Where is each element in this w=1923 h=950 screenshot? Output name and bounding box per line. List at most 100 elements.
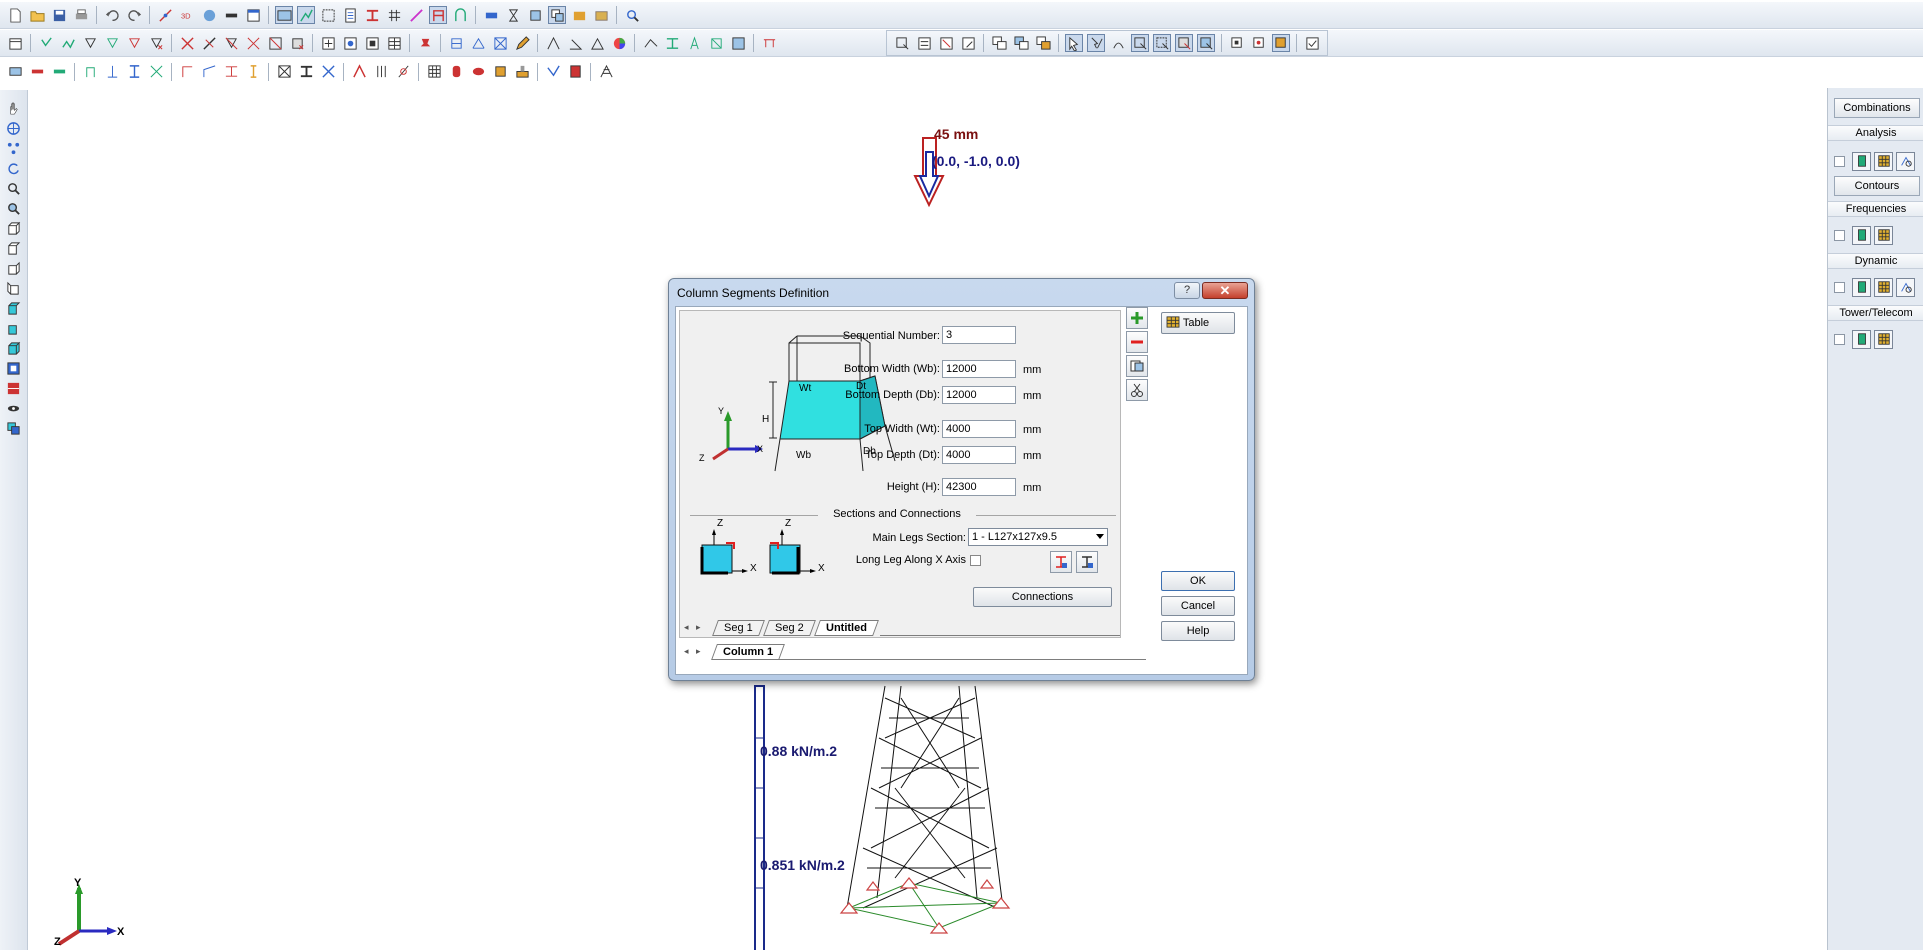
frequencies-table-icon[interactable]: [1874, 225, 1893, 245]
tower-icon[interactable]: [685, 34, 703, 52]
ibeam-icon[interactable]: [125, 63, 143, 81]
window-arrange-icon[interactable]: [1034, 34, 1052, 52]
tab-scroll-right-icon[interactable]: ▸: [696, 622, 701, 633]
dynamic-table-icon[interactable]: [1874, 277, 1893, 297]
beam-icon[interactable]: [363, 6, 381, 24]
add-table-icon[interactable]: [385, 34, 403, 52]
bracing-icon[interactable]: [147, 63, 165, 81]
zoom-extents-icon[interactable]: [5, 359, 23, 377]
triangle-icon[interactable]: [588, 34, 606, 52]
tower-generator-icon[interactable]: [597, 63, 615, 81]
zoom-icon[interactable]: [5, 179, 23, 197]
zoom-window-icon[interactable]: [5, 199, 23, 217]
geometry-select-icon[interactable]: [1228, 34, 1246, 52]
add-solid-icon[interactable]: [363, 34, 381, 52]
slope-roof-icon[interactable]: [200, 63, 218, 81]
tower-telecom-run-icon[interactable]: [1852, 329, 1871, 349]
height-input[interactable]: 42300: [942, 478, 1016, 496]
contours-button[interactable]: Contours: [1834, 176, 1920, 196]
measure-icon[interactable]: [407, 6, 425, 24]
help-button[interactable]: Help: [1161, 621, 1235, 641]
analysis-options-icon[interactable]: [1896, 151, 1915, 171]
column-tab-scroll-left-icon[interactable]: ◂: [684, 646, 689, 657]
antenna-icon[interactable]: [707, 34, 725, 52]
pointer-line-icon[interactable]: [1087, 34, 1105, 52]
tab-seg-1[interactable]: Seg 1: [712, 620, 765, 636]
view-top-icon[interactable]: [5, 299, 23, 317]
bottom-depth-input[interactable]: 12000: [942, 386, 1016, 404]
frame-span-icon[interactable]: [178, 63, 196, 81]
tower-telecom-table-icon[interactable]: [1874, 329, 1893, 349]
ok-button[interactable]: OK: [1161, 571, 1235, 591]
panel-icon[interactable]: [729, 34, 747, 52]
disk-icon[interactable]: [469, 63, 487, 81]
add-segment-button[interactable]: [1126, 307, 1148, 329]
hatch-dropdown-icon[interactable]: [641, 34, 659, 52]
slope-icon[interactable]: [544, 34, 562, 52]
dynamic-options-icon[interactable]: [1896, 277, 1915, 297]
main-legs-section-select[interactable]: 1 - L127x127x9.5: [968, 528, 1108, 546]
member-orient-icon[interactable]: [50, 63, 68, 81]
load-gen-icon[interactable]: [394, 63, 412, 81]
section-icon[interactable]: [663, 34, 681, 52]
angle-icon[interactable]: [566, 34, 584, 52]
pointer-solid-icon[interactable]: [1197, 34, 1215, 52]
dialog-close-button[interactable]: ✕: [1202, 282, 1248, 299]
column-tab-scroll-right-icon[interactable]: ▸: [696, 646, 701, 657]
eye-icon[interactable]: [5, 399, 23, 417]
globe-icon[interactable]: [5, 119, 23, 137]
top-width-input[interactable]: 4000: [942, 420, 1016, 438]
select-node-icon[interactable]: [893, 34, 911, 52]
load-area-icon[interactable]: [125, 34, 143, 52]
material-icon[interactable]: [570, 6, 588, 24]
combinations-button[interactable]: Combinations: [1834, 98, 1920, 118]
dialog-help-button[interactable]: ?: [1174, 282, 1200, 299]
pointer-plate-icon[interactable]: [1175, 34, 1193, 52]
frequencies-checkbox[interactable]: [1834, 229, 1845, 241]
top-depth-input[interactable]: 4000: [942, 446, 1016, 464]
tank-icon[interactable]: [491, 63, 509, 81]
view-right-icon[interactable]: [5, 279, 23, 297]
graph-icon[interactable]: [297, 6, 315, 24]
release-icon[interactable]: [447, 34, 465, 52]
bottom-width-input[interactable]: 12000: [942, 360, 1016, 378]
rotate-icon[interactable]: [5, 159, 23, 177]
open-folder-icon[interactable]: [28, 6, 46, 24]
support-icon[interactable]: [37, 34, 55, 52]
hourglass-icon[interactable]: [504, 6, 522, 24]
load-dist-icon[interactable]: [103, 34, 121, 52]
delete-support-icon[interactable]: [244, 34, 262, 52]
section-flip-right-button[interactable]: [1076, 551, 1098, 573]
select-member-icon[interactable]: [915, 34, 933, 52]
frame-icon[interactable]: [429, 6, 447, 24]
delete-area-icon[interactable]: [266, 34, 284, 52]
pencil-icon[interactable]: [513, 34, 531, 52]
analysis-table-icon[interactable]: [1874, 151, 1893, 171]
save-icon[interactable]: [50, 6, 68, 24]
layers-icon[interactable]: [5, 419, 23, 437]
remove-segment-button[interactable]: [1126, 331, 1148, 353]
node-icon[interactable]: [156, 6, 174, 24]
delete-plate-icon[interactable]: [288, 34, 306, 52]
print-icon[interactable]: [72, 6, 90, 24]
report-icon[interactable]: [341, 6, 359, 24]
grid-icon[interactable]: [385, 6, 403, 24]
preview-icon[interactable]: [623, 6, 641, 24]
screen-icon[interactable]: [275, 6, 293, 24]
tab-untitled[interactable]: Untitled: [814, 620, 879, 636]
render-view-icon[interactable]: [5, 379, 23, 397]
select-load-icon[interactable]: [937, 34, 955, 52]
window-tile-icon[interactable]: [1012, 34, 1030, 52]
view-3d-icon[interactable]: 3D: [178, 6, 196, 24]
calendar-icon[interactable]: [6, 34, 24, 52]
geometry-select3-icon[interactable]: [1272, 34, 1290, 52]
hanger-icon[interactable]: [103, 63, 121, 81]
plate-props-icon[interactable]: [6, 63, 24, 81]
pointer-box-icon[interactable]: [1131, 34, 1149, 52]
weld-icon[interactable]: [81, 63, 99, 81]
pointer-icon[interactable]: [1065, 34, 1083, 52]
analysis-checkbox[interactable]: [1834, 155, 1845, 167]
dynamic-checkbox[interactable]: [1834, 281, 1845, 293]
joint-icon[interactable]: [482, 6, 500, 24]
cut-segment-button[interactable]: [1126, 379, 1148, 401]
